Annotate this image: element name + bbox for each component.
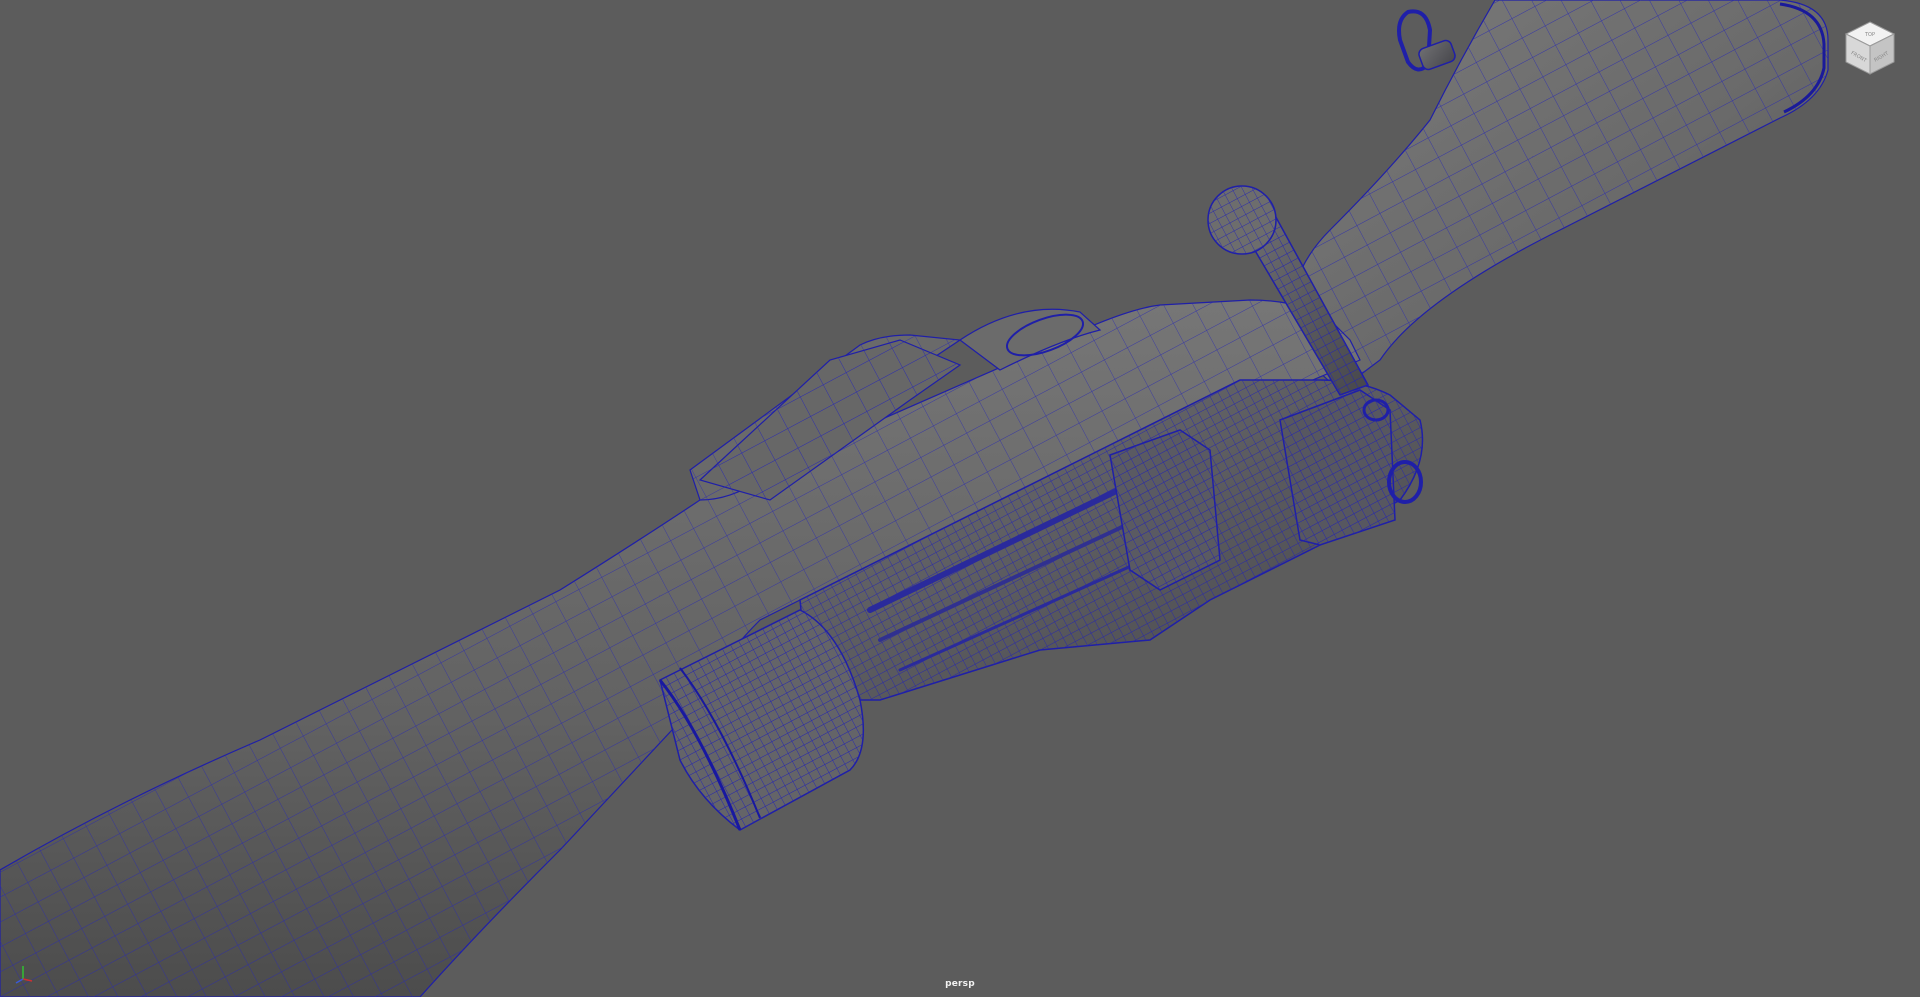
- butt-stock[interactable]: [1289, 0, 1829, 391]
- rifle-wireframe-model[interactable]: [0, 0, 1920, 997]
- sling-swivel-top[interactable]: [1397, 9, 1457, 72]
- viewcube-top-label: TOP: [1864, 32, 1875, 38]
- stock-body[interactable]: [0, 299, 1361, 997]
- viewport-perspective[interactable]: TOP FRONT RIGHT persp: [0, 0, 1920, 997]
- viewcube-navigation[interactable]: TOP FRONT RIGHT: [1842, 18, 1898, 78]
- camera-name-label: persp: [945, 979, 975, 989]
